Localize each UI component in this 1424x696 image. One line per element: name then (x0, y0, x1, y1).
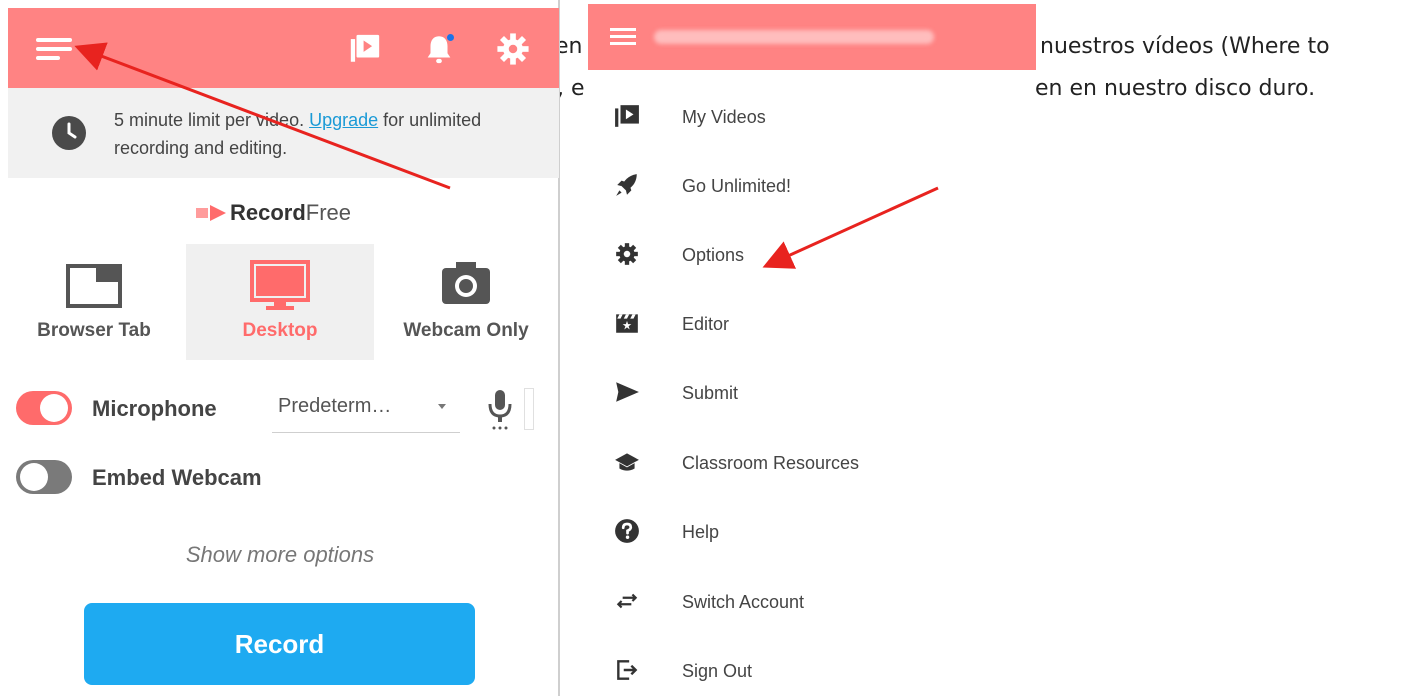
annotation-arrow (74, 42, 451, 190)
annotation-arrow (762, 186, 939, 269)
annotation-overlay (74, 42, 939, 269)
